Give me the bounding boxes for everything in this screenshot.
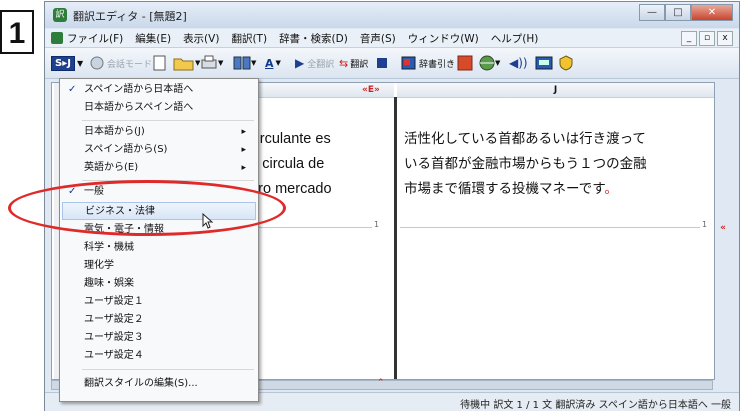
new-document-button[interactable] [153, 54, 167, 72]
translate-button[interactable]: ⇆ 翻訳 [339, 54, 368, 72]
submenu-arrow-icon: ▸ [241, 163, 246, 173]
menu-bar: ファイル(F) 編集(E) 表示(V) 翻訳(T) 辞書・検索(D) 音声(S)… [45, 29, 739, 48]
globe-icon [479, 55, 495, 71]
shield-icon [559, 55, 573, 71]
target-sentence-separator [400, 227, 700, 228]
keyboard-icon [535, 56, 553, 70]
stop-icon [377, 58, 387, 68]
target-line-number: 1 [702, 220, 708, 229]
open-folder-icon [173, 58, 194, 71]
translation-direction-menu: ✓ スペイン語から日本語へ 日本語からスペイン語へ 日本語から(J) ▸ スペイ… [59, 78, 259, 402]
toolbar: S▸J ▼ 会話モード ▼ ▼ ▼ A ▼ ▶ 全翻訳 ⇆ 翻訳 辞書引き ▼ … [45, 48, 739, 79]
menu-item-user-setting-1[interactable]: ユーザ設定１ [60, 293, 258, 311]
shield-button[interactable] [559, 54, 573, 72]
dictionary-red-icon [457, 55, 473, 71]
translate-label: 翻訳 [350, 59, 369, 70]
web-button[interactable]: ▼ [479, 54, 500, 72]
chevron-down-icon[interactable]: ▼ [77, 59, 83, 68]
direction-button[interactable]: S▸J [51, 55, 75, 71]
splitter-arrow-icon[interactable]: « [720, 223, 726, 233]
menu-separator [82, 369, 254, 370]
font-button[interactable]: A ▼ [265, 54, 281, 72]
translate-all-button[interactable]: ▶ 全翻訳 [295, 54, 334, 72]
user-dictionary-button[interactable] [457, 54, 473, 72]
menu-view[interactable]: 表示(V) [183, 31, 219, 46]
column-divider[interactable] [394, 97, 397, 379]
print-button[interactable]: ▼ [200, 54, 223, 72]
menu-file[interactable]: ファイル(F) [67, 31, 123, 46]
speech-bubble-icon [90, 56, 104, 70]
checkmark-icon: ✓ [68, 84, 77, 95]
stop-button[interactable] [377, 54, 387, 72]
maximize-button[interactable]: □ [665, 4, 691, 21]
title-bar: 訳 翻訳エディタ - [無題2] — □ ✕ [45, 2, 739, 28]
status-text: 待機中 訳文 1 / 1 文 翻訳済み スペイン語から日本語へ 一般 [460, 400, 731, 411]
menu-help[interactable]: ヘルプ(H) [491, 31, 539, 46]
target-language-label: J [553, 85, 558, 95]
menu-item-user-setting-4[interactable]: ユーザ設定４ [60, 347, 258, 365]
source-language-label: «E» [362, 85, 380, 95]
step-number-badge: 1 [0, 10, 34, 54]
mdi-controls: _ ▫ x [679, 31, 733, 46]
menu-edit[interactable]: 編集(E) [135, 31, 171, 46]
dictionary-lookup-label: 辞書引き [419, 59, 456, 70]
menu-item-user-setting-2[interactable]: ユーザ設定２ [60, 311, 258, 329]
column-layout-icon [233, 56, 251, 70]
submenu-arrow-icon: ▸ [241, 127, 246, 137]
menu-item-ja-to-es[interactable]: 日本語からスペイン語へ [60, 99, 258, 117]
menu-separator [82, 120, 254, 121]
source-line-number: 1 [374, 220, 380, 229]
mdi-minimize-button[interactable]: _ [681, 31, 697, 46]
layout-button[interactable]: ▼ [233, 54, 256, 72]
dictionary-icon [401, 56, 416, 70]
menu-item-from-japanese[interactable]: 日本語から(J) ▸ [60, 123, 258, 141]
direction-dropdown[interactable]: S▸J ▼ [51, 54, 83, 72]
submenu-arrow-icon: ▸ [241, 145, 246, 155]
new-file-icon [153, 55, 166, 71]
target-column-header: J [397, 83, 714, 98]
keyboard-button[interactable] [535, 54, 553, 72]
mdi-close-button[interactable]: x [717, 31, 733, 46]
splitter-up-icon: ⌃ [377, 378, 385, 388]
dictionary-lookup-button[interactable]: 辞書引き [401, 54, 455, 72]
highlight-ellipse [8, 180, 286, 236]
menu-item-user-setting-3[interactable]: ユーザ設定３ [60, 329, 258, 347]
document-icon[interactable] [51, 32, 63, 44]
conversation-mode-label: 会話モード [107, 59, 153, 70]
menu-item-es-to-ja[interactable]: ✓ スペイン語から日本語へ [60, 81, 258, 99]
menu-item-science-machinery[interactable]: 科学・機械 [60, 239, 258, 257]
menu-item-from-english[interactable]: 英語から(E) ▸ [60, 159, 258, 177]
conversation-mode[interactable]: 会話モード [89, 54, 152, 72]
printer-icon [201, 55, 217, 69]
menu-item-physics-chemistry[interactable]: 理化学 [60, 257, 258, 275]
window-title: 翻訳エディタ - [無題2] [73, 10, 187, 23]
menu-item-edit-style[interactable]: 翻訳スタイルの編集(S)... [60, 375, 258, 393]
target-text[interactable]: 活性化している首都あるいは行き渡って いる首都が金融市場からもう１つの金融 市場… [404, 127, 704, 202]
app-icon: 訳 [53, 8, 67, 22]
speaker-icon: ◀)) [509, 56, 528, 70]
minimize-button[interactable]: — [639, 4, 665, 21]
menu-dictionary[interactable]: 辞書・検索(D) [279, 31, 348, 46]
menu-window[interactable]: ウィンドウ(W) [408, 31, 479, 46]
translate-arrows-icon: ⇆ [339, 56, 349, 70]
font-a-icon: A [265, 56, 274, 70]
menu-voice[interactable]: 音声(S) [360, 31, 396, 46]
mdi-restore-button[interactable]: ▫ [699, 31, 715, 46]
menu-item-from-spanish[interactable]: スペイン語から(S) ▸ [60, 141, 258, 159]
open-button[interactable]: ▼ [173, 54, 200, 72]
translate-all-label: 全翻訳 [307, 59, 335, 70]
menu-translate[interactable]: 翻訳(T) [231, 31, 267, 46]
speech-button[interactable]: ◀)) [509, 54, 528, 72]
menu-item-hobby[interactable]: 趣味・娯楽 [60, 275, 258, 293]
close-button[interactable]: ✕ [691, 4, 733, 21]
target-text-period: 。 [604, 181, 618, 197]
play-icon: ▶ [295, 56, 305, 70]
window-controls: — □ ✕ [639, 4, 733, 22]
